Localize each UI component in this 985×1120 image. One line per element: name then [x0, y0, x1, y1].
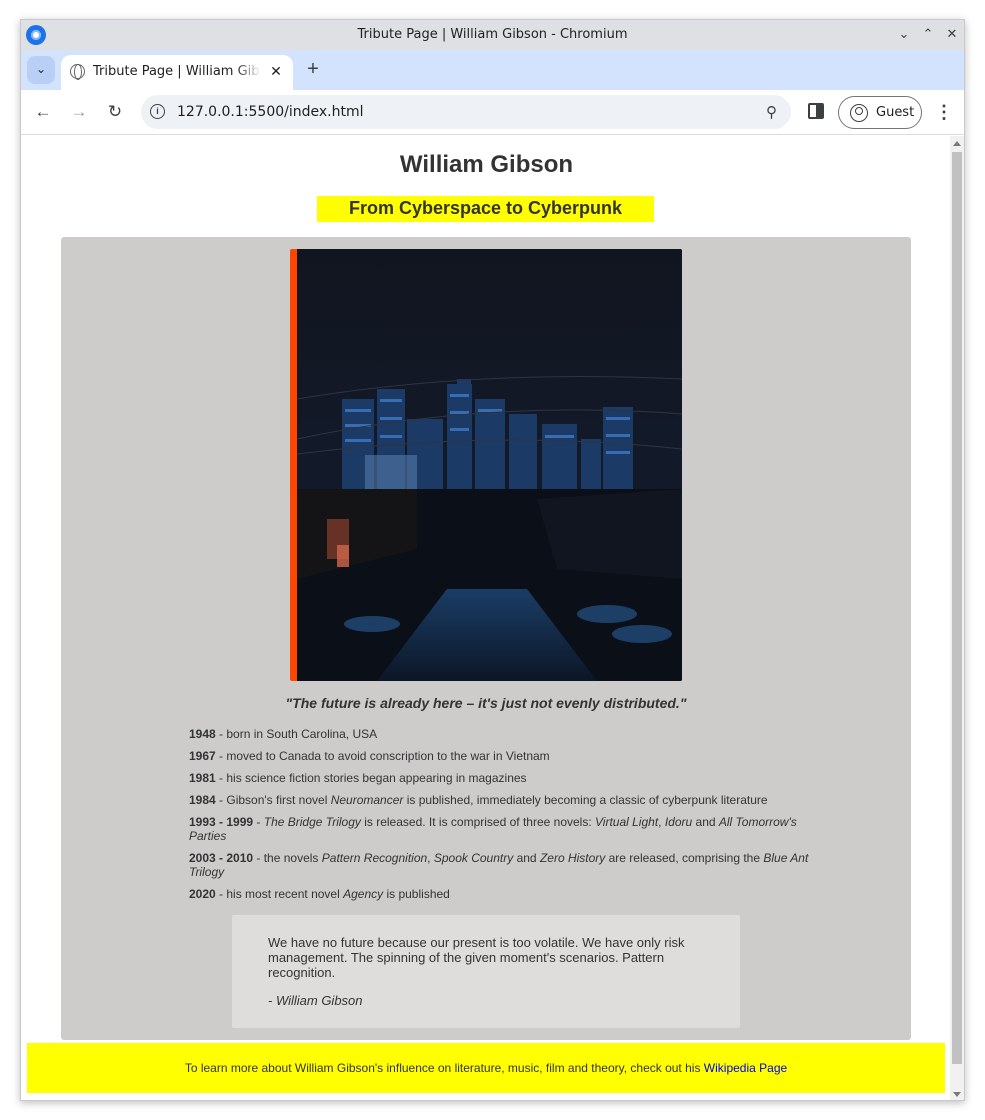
- tab-active[interactable]: Tribute Page | William Gibson ✕: [61, 55, 293, 90]
- tab-label: Tribute Page | William Gibson: [93, 64, 261, 79]
- timeline-item: 1981 - his science fiction stories began…: [189, 771, 819, 785]
- new-tab-button[interactable]: +: [301, 58, 325, 82]
- work-title: Zero History: [539, 851, 606, 865]
- timeline-year: 1967: [189, 749, 216, 763]
- globe-icon: [70, 64, 85, 80]
- vertical-scrollbar[interactable]: [950, 136, 964, 1100]
- forward-button[interactable]: →: [67, 100, 91, 124]
- timeline-text: - moved to Canada to avoid conscription …: [215, 749, 550, 763]
- blockquote: We have no future because our present is…: [232, 915, 740, 1028]
- forward-arrow-icon: →: [70, 102, 88, 121]
- footer: To learn more about William Gibson's inf…: [27, 1043, 945, 1093]
- timeline-text: and: [513, 851, 540, 865]
- zoom-icon[interactable]: ⚲: [766, 103, 777, 121]
- timeline-text: and: [692, 815, 719, 829]
- timeline-item: 2020 - his most recent novel Agency is p…: [189, 887, 819, 901]
- timeline-item: 1967 - moved to Canada to avoid conscrip…: [189, 749, 819, 763]
- timeline-text: ,: [427, 851, 434, 865]
- main-card: "The future is already here – it's just …: [61, 237, 911, 1040]
- profile-label: Guest: [876, 105, 915, 120]
- browser-toolbar: ← → ↻ i 127.0.0.1:5500/index.html ⚲ Gues…: [21, 90, 964, 135]
- tab-search-button[interactable]: ⌄: [27, 56, 55, 84]
- close-window-icon[interactable]: ✕: [942, 25, 962, 45]
- maximize-icon[interactable]: ⌃: [918, 25, 938, 45]
- profile-button[interactable]: Guest: [838, 96, 922, 129]
- reload-icon: ↻: [107, 102, 123, 121]
- scrollbar-thumb[interactable]: [952, 152, 962, 1064]
- night-city-skyline-image: [290, 249, 682, 681]
- timeline-list: 1948 - born in South Carolina, USA 1967 -…: [189, 727, 819, 909]
- timeline-text: ,: [658, 815, 665, 829]
- page-viewport: William Gibson From Cyberspace to Cyberp…: [21, 136, 952, 1100]
- side-panel-icon[interactable]: [808, 103, 824, 119]
- url-text[interactable]: 127.0.0.1:5500/index.html: [177, 104, 364, 120]
- timeline-text: are released, comprising the: [605, 851, 764, 865]
- tab-strip: ⌄ Tribute Page | William Gibson ✕ +: [21, 50, 964, 90]
- work-title: The Bridge Trilogy: [263, 815, 361, 829]
- wikipedia-link[interactable]: Wikipedia Page: [704, 1061, 787, 1075]
- scroll-down-arrow-icon[interactable]: [953, 1092, 961, 1097]
- timeline-year: 1984: [189, 793, 216, 807]
- timeline-text: is published: [383, 887, 450, 901]
- image-caption: "The future is already here – it's just …: [285, 695, 687, 711]
- scroll-up-arrow-icon[interactable]: [953, 141, 961, 146]
- browser-window: Tribute Page | William Gibson - Chromium…: [20, 19, 965, 1101]
- timeline-year: 2020: [189, 887, 216, 901]
- work-title: Neuromancer: [330, 793, 404, 807]
- work-title: Pattern Recognition: [321, 851, 428, 865]
- reload-button[interactable]: ↻: [103, 100, 127, 124]
- timeline-text: is released. It is comprised of three no…: [360, 815, 595, 829]
- timeline-item: 1984 - Gibson's first novel Neuromancer …: [189, 793, 819, 807]
- timeline-item: 1948 - born in South Carolina, USA: [189, 727, 819, 741]
- timeline-text: - his most recent novel: [215, 887, 344, 901]
- close-icon[interactable]: ✕: [267, 62, 285, 80]
- timeline-text: -: [253, 815, 264, 829]
- back-button[interactable]: ←: [31, 100, 55, 124]
- person-icon: [850, 104, 868, 122]
- work-title: Virtual Light: [595, 815, 659, 829]
- blockquote-author: - William Gibson: [268, 993, 363, 1008]
- timeline-year: 1948: [189, 727, 216, 741]
- timeline-text: - Gibson's first novel: [215, 793, 331, 807]
- timeline-year: 1981: [189, 771, 216, 785]
- blockquote-text: We have no future because our present is…: [268, 935, 685, 980]
- chevron-down-icon: ⌄: [35, 62, 47, 76]
- timeline-text: is published, immediately becoming a cla…: [403, 793, 768, 807]
- title-bar: Tribute Page | William Gibson - Chromium…: [21, 20, 964, 50]
- address-bar[interactable]: i 127.0.0.1:5500/index.html ⚲: [141, 95, 791, 129]
- info-icon[interactable]: i: [150, 104, 165, 119]
- work-title: Spook Country: [433, 851, 514, 865]
- footer-text: To learn more about William Gibson's inf…: [184, 1061, 704, 1075]
- work-title: Agency: [343, 887, 384, 901]
- work-title: Idoru: [664, 815, 693, 829]
- timeline-text: - born in South Carolina, USA: [215, 727, 378, 741]
- timeline-item: 1993 - 1999 - The Bridge Trilogy is rele…: [189, 815, 819, 843]
- timeline-year: 2003 - 2010: [189, 851, 254, 865]
- back-arrow-icon: ←: [34, 102, 52, 121]
- page-title: William Gibson: [399, 151, 574, 178]
- timeline-text: - his science fiction stories began appe…: [215, 771, 527, 785]
- timeline-item: 2003 - 2010 - the novels Pattern Recogni…: [189, 851, 819, 879]
- timeline-year: 1993 - 1999: [189, 815, 254, 829]
- window-title: Tribute Page | William Gibson - Chromium: [357, 27, 628, 42]
- kebab-menu-icon[interactable]: ⋮: [934, 101, 954, 123]
- timeline-text: - the novels: [253, 851, 322, 865]
- minimize-icon[interactable]: ⌄: [894, 25, 914, 45]
- plus-icon: +: [307, 58, 319, 80]
- page-subtitle: From Cyberspace to Cyberpunk: [317, 196, 654, 222]
